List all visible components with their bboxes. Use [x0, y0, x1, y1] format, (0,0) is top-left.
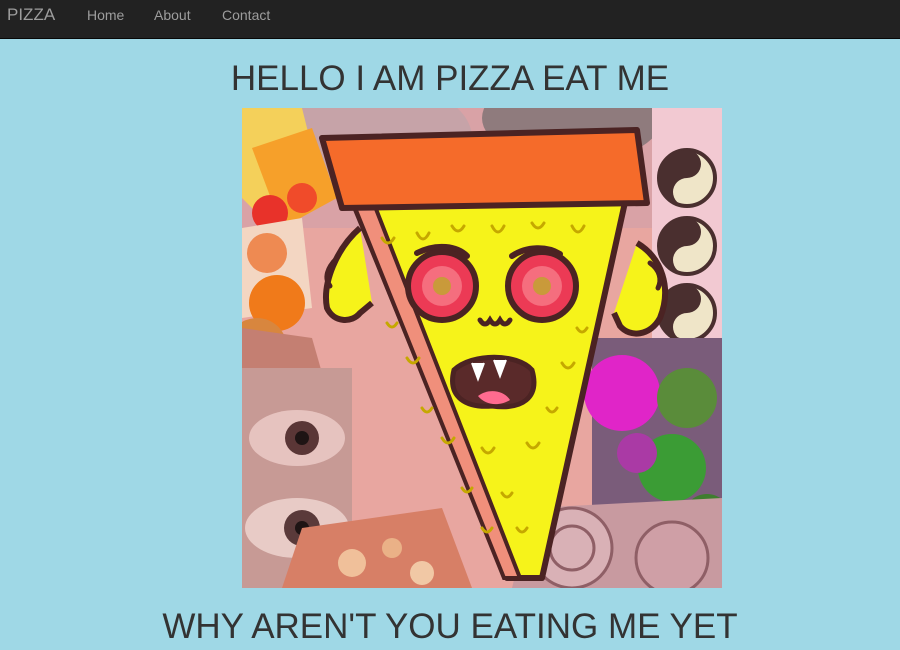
nav-link-contact[interactable]: Contact: [222, 7, 270, 23]
page-heading: HELLO I AM PIZZA EAT ME: [230, 59, 670, 98]
nav-link-about[interactable]: About: [154, 7, 191, 23]
nav-link-home[interactable]: Home: [87, 7, 124, 23]
navbar-brand[interactable]: PIZZA: [7, 6, 55, 24]
top-navbar: PIZZA Home About Contact: [0, 0, 900, 39]
page-subheading: WHY AREN'T YOU EATING ME YET: [162, 607, 738, 646]
pizza-illustration: [242, 108, 722, 588]
pizza-image: [242, 108, 722, 588]
